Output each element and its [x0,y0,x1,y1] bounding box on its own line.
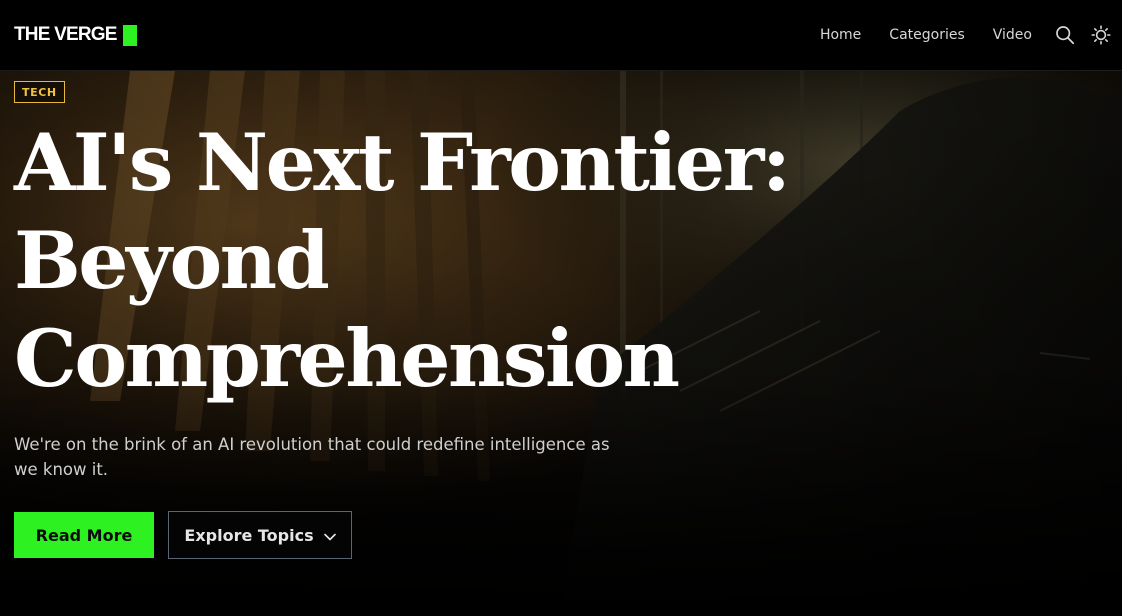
category-tag[interactable]: TECH [14,81,65,103]
logo-text: THE VERGE [14,24,117,45]
hero-section: TECH AI's Next Frontier: Beyond Comprehe… [0,71,1122,616]
hero-headline: AI's Next Frontier: Beyond Comprehension [14,114,914,408]
logo-accent-block [122,24,137,46]
explore-topics-label: Explore Topics [184,525,314,545]
search-icon[interactable] [1054,24,1076,46]
hero-subtitle: We're on the brink of an AI revolution t… [14,435,610,479]
chevron-down-icon [323,526,336,545]
read-more-button[interactable]: Read More [14,512,154,558]
theme-toggle-icon[interactable] [1090,24,1112,46]
main-nav: Home Categories Video [820,24,1112,46]
headline-line-2: Beyond [14,214,330,307]
site-logo[interactable]: THE VERGE [14,24,137,46]
headline-line-1: AI's Next Frontier: [14,116,791,209]
headline-line-3: Comprehension [14,312,680,405]
explore-topics-button[interactable]: Explore Topics [168,511,352,559]
nav-home[interactable]: Home [820,27,861,43]
site-header: THE VERGE Home Categories Video [0,0,1122,71]
nav-categories[interactable]: Categories [889,27,964,43]
nav-video[interactable]: Video [993,27,1032,43]
